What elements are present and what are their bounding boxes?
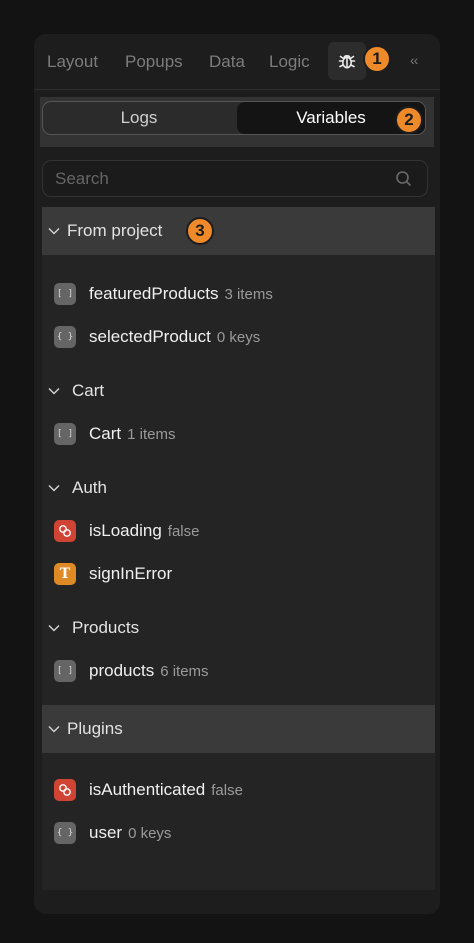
chevron-down-icon bbox=[48, 624, 60, 632]
variable-name: products bbox=[89, 661, 155, 680]
array-icon: [ ] bbox=[54, 283, 76, 305]
variable-name: featuredProducts bbox=[89, 284, 219, 303]
variable-meta: 1 items bbox=[127, 426, 176, 443]
annotation-badge-2: 2 bbox=[395, 106, 423, 134]
text-icon: T bbox=[54, 563, 76, 585]
group-header-cart[interactable]: Cart bbox=[42, 367, 435, 415]
search-input[interactable] bbox=[55, 161, 385, 196]
annotation-badge-1: 1 bbox=[363, 45, 391, 73]
object-icon: { } bbox=[54, 822, 76, 844]
log-variables-switch: Logs Variables bbox=[42, 101, 426, 135]
group-label: Products bbox=[72, 618, 140, 637]
chevron-down-icon bbox=[48, 227, 60, 235]
log-variables-switch-container: Logs Variables bbox=[40, 97, 434, 147]
group-label: Cart bbox=[72, 381, 105, 400]
collapse-panel-button[interactable]: ‹‹ bbox=[410, 52, 418, 68]
variable-meta: false bbox=[167, 523, 200, 540]
variable-name: isAuthenticated bbox=[89, 780, 206, 799]
bug-icon bbox=[338, 55, 356, 69]
variable-row-selectedproduct[interactable]: { } selectedProduct 0 keys bbox=[42, 317, 435, 357]
boolean-icon bbox=[54, 520, 76, 542]
debug-panel: Layout Popups Data Logic ‹‹ Logs Variabl… bbox=[34, 34, 440, 914]
variable-meta: 3 items bbox=[224, 286, 273, 303]
chevron-down-icon bbox=[48, 387, 60, 395]
tab-popups[interactable]: Popups bbox=[125, 52, 183, 72]
variable-row-isloading[interactable]: isLoading false bbox=[42, 511, 435, 551]
group-header-products[interactable]: Products bbox=[42, 604, 435, 652]
variable-name: selectedProduct bbox=[89, 327, 211, 346]
variable-name: signInError bbox=[89, 564, 173, 583]
variable-row-isauthenticated[interactable]: isAuthenticated false bbox=[42, 770, 435, 810]
tab-layout[interactable]: Layout bbox=[47, 52, 98, 72]
array-icon: [ ] bbox=[54, 660, 76, 682]
group-header-plugins[interactable]: Plugins bbox=[42, 705, 435, 753]
tab-data[interactable]: Data bbox=[209, 52, 245, 72]
group-label: Plugins bbox=[67, 719, 123, 738]
search-box bbox=[42, 160, 428, 197]
group-header-auth[interactable]: Auth bbox=[42, 464, 435, 512]
group-label: Auth bbox=[72, 478, 107, 497]
array-icon: [ ] bbox=[54, 423, 76, 445]
variable-meta: 0 keys bbox=[128, 825, 172, 842]
variable-row-featuredproducts[interactable]: [ ] featuredProducts 3 items bbox=[42, 274, 435, 314]
variable-row-cart[interactable]: [ ] Cart 1 items bbox=[42, 414, 435, 454]
group-header-from-project[interactable]: From project bbox=[42, 207, 435, 255]
annotation-badge-3: 3 bbox=[186, 217, 214, 245]
search-icon bbox=[396, 171, 412, 187]
boolean-icon bbox=[54, 779, 76, 801]
debug-tab-button[interactable] bbox=[328, 42, 366, 80]
variable-row-signinerror[interactable]: T signInError bbox=[42, 554, 435, 594]
variable-name: isLoading bbox=[89, 521, 162, 540]
variable-name: user bbox=[89, 823, 123, 842]
variable-meta: false bbox=[211, 782, 243, 799]
variable-meta: 0 keys bbox=[216, 329, 261, 346]
variable-row-user[interactable]: { } user 0 keys bbox=[42, 813, 435, 853]
chevron-down-icon bbox=[48, 725, 60, 733]
variables-list: From project [ ] featuredProducts 3 items… bbox=[42, 207, 435, 890]
variable-meta: 6 items bbox=[160, 663, 209, 680]
object-icon: { } bbox=[54, 326, 76, 348]
variable-name: Cart bbox=[89, 424, 122, 443]
chevron-down-icon bbox=[48, 484, 60, 492]
segment-logs[interactable]: Logs bbox=[43, 102, 235, 134]
variable-row-products[interactable]: [ ] products 6 items bbox=[42, 651, 435, 691]
tab-logic[interactable]: Logic bbox=[269, 52, 310, 72]
group-label: From project bbox=[67, 221, 163, 240]
